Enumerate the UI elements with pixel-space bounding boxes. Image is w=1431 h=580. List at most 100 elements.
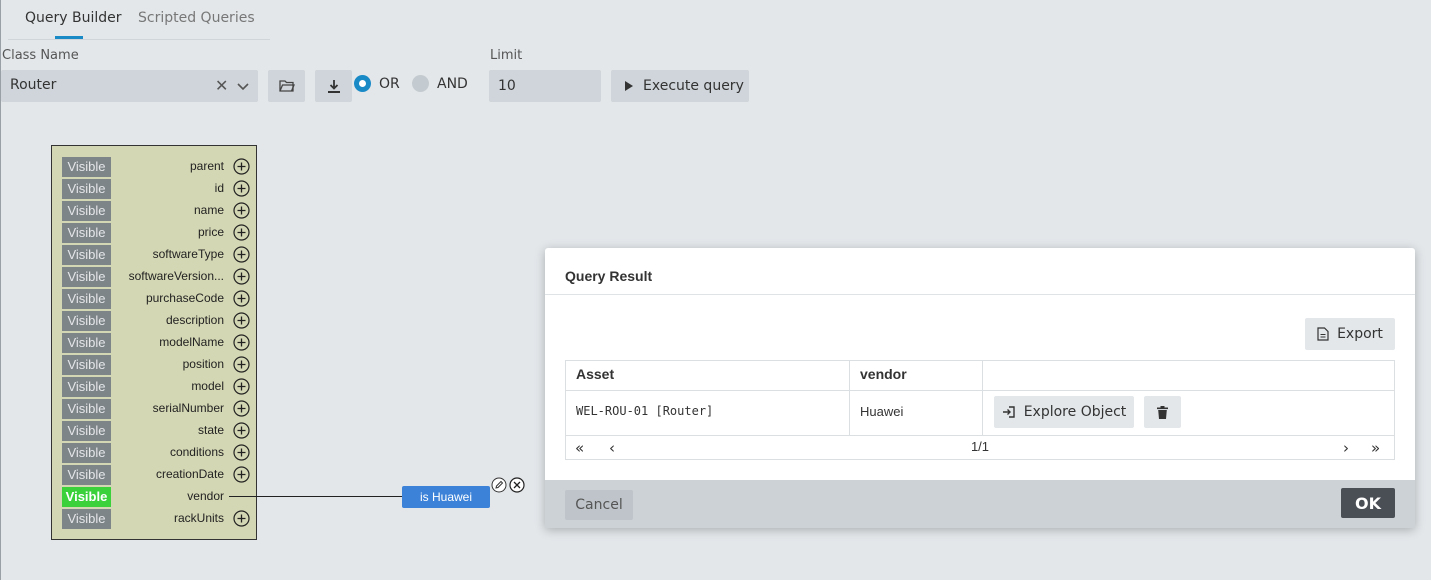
visibility-toggle[interactable]: Visible: [62, 421, 111, 441]
dialog-divider: [545, 294, 1415, 295]
explore-object-button[interactable]: Explore Object: [994, 396, 1134, 428]
cancel-button[interactable]: Cancel: [565, 490, 633, 520]
tab-scripted-queries[interactable]: Scripted Queries: [138, 10, 255, 26]
plus-circle-icon[interactable]: [233, 158, 250, 175]
execute-query-button[interactable]: Execute query: [611, 70, 749, 102]
column-header-asset: Asset: [576, 366, 615, 382]
limit-input[interactable]: [489, 70, 601, 102]
file-icon: [1317, 327, 1329, 341]
plus-circle-icon[interactable]: [233, 180, 250, 197]
plus-circle-icon[interactable]: [233, 466, 250, 483]
asset-cell[interactable]: WEL-ROU-01 [Router]: [576, 404, 713, 418]
attribute-name: description: [165, 313, 224, 327]
operator-or-radio[interactable]: OR: [354, 75, 400, 92]
dialog-title: Query Result: [565, 268, 653, 284]
dialog-footer: Cancel OK: [545, 480, 1415, 528]
plus-circle-icon[interactable]: [233, 356, 250, 373]
tab-query-builder[interactable]: Query Builder: [25, 10, 122, 26]
class-name-select[interactable]: Router ✕: [1, 70, 258, 102]
last-page-button[interactable]: »: [1371, 439, 1380, 457]
tab-bar: Query Builder Scripted Queries: [8, 0, 270, 40]
visibility-toggle[interactable]: Visible: [62, 509, 111, 529]
operator-and-radio[interactable]: AND: [412, 75, 468, 92]
visibility-toggle[interactable]: Visible: [62, 201, 111, 221]
visibility-toggle[interactable]: Visible: [62, 355, 111, 375]
attribute-row: Visible purchaseCode: [52, 288, 256, 310]
active-tab-indicator: [55, 36, 83, 39]
plus-circle-icon[interactable]: [233, 444, 250, 461]
attribute-row: Visible creationDate: [52, 464, 256, 486]
class-name-value: Router: [10, 77, 57, 93]
plus-circle-icon[interactable]: [233, 268, 250, 285]
ok-button[interactable]: OK: [1341, 488, 1395, 518]
limit-label: Limit: [490, 48, 523, 63]
edit-icon[interactable]: [491, 477, 507, 493]
visibility-toggle[interactable]: Visible: [62, 443, 111, 463]
plus-circle-icon[interactable]: [233, 246, 250, 263]
visibility-toggle[interactable]: Visible: [62, 289, 111, 309]
attribute-name: name: [193, 203, 224, 217]
visibility-toggle[interactable]: Visible: [62, 157, 111, 177]
visibility-toggle[interactable]: Visible: [62, 377, 111, 397]
plus-circle-icon[interactable]: [233, 510, 250, 527]
column-header-vendor: vendor: [860, 366, 907, 382]
visibility-toggle[interactable]: Visible: [62, 399, 111, 419]
plus-circle-icon[interactable]: [233, 400, 250, 417]
execute-query-label: Execute query: [643, 78, 744, 94]
attribute-name: state: [197, 423, 224, 437]
visibility-toggle[interactable]: Visible: [62, 245, 111, 265]
close-circle-icon[interactable]: [509, 477, 525, 493]
results-table: Asset vendor WEL-ROU-01 [Router] Huawei …: [565, 360, 1395, 460]
attribute-row: Visible modelName: [52, 332, 256, 354]
attribute-row: Visible serialNumber: [52, 398, 256, 420]
attribute-name: purchaseCode: [145, 291, 224, 305]
visibility-toggle[interactable]: Visible: [62, 333, 111, 353]
row-separator: [566, 435, 1394, 436]
attribute-name: serialNumber: [152, 401, 224, 415]
plus-circle-icon[interactable]: [233, 312, 250, 329]
attribute-name: modelName: [159, 335, 224, 349]
plus-circle-icon[interactable]: [233, 290, 250, 307]
visibility-toggle[interactable]: Visible: [62, 465, 111, 485]
open-query-button[interactable]: [268, 70, 305, 102]
export-button[interactable]: Export: [1305, 318, 1395, 350]
attribute-row: Visible position: [52, 354, 256, 376]
play-icon: [625, 81, 633, 91]
save-query-button[interactable]: [315, 70, 352, 102]
header-separator: [566, 390, 1394, 391]
chevron-down-icon[interactable]: [235, 78, 251, 94]
clear-icon[interactable]: ✕: [215, 76, 228, 95]
plus-circle-icon[interactable]: [233, 334, 250, 351]
visibility-toggle[interactable]: Visible: [62, 487, 111, 507]
visibility-toggle[interactable]: Visible: [62, 311, 111, 331]
delete-row-button[interactable]: [1144, 396, 1181, 428]
export-label: Export: [1337, 326, 1383, 342]
attribute-name: softwareVersion...: [128, 269, 224, 283]
sign-in-icon: [1002, 406, 1015, 418]
visibility-toggle[interactable]: Visible: [62, 179, 111, 199]
attribute-row: Visible softwareType: [52, 244, 256, 266]
visibility-toggle[interactable]: Visible: [62, 223, 111, 243]
attribute-row: Visible conditions: [52, 442, 256, 464]
attribute-name: position: [182, 357, 224, 371]
folder-open-icon: [278, 80, 295, 92]
radio-dot-and: [412, 75, 429, 92]
attribute-name: model: [191, 379, 224, 393]
plus-circle-icon[interactable]: [233, 224, 250, 241]
vendor-filter-pill[interactable]: is Huawei: [402, 486, 490, 508]
attribute-name: conditions: [169, 445, 224, 459]
plus-circle-icon[interactable]: [233, 378, 250, 395]
vendor-filter-connector: [229, 496, 402, 497]
operator-or-label: OR: [379, 75, 400, 92]
plus-circle-icon[interactable]: [233, 422, 250, 439]
plus-circle-icon[interactable]: [233, 202, 250, 219]
next-page-button[interactable]: ›: [1343, 439, 1349, 457]
column-separator: [849, 361, 850, 436]
attribute-row: Visible rackUnits: [52, 508, 256, 530]
attribute-name: parent: [189, 159, 224, 173]
operator-and-label: AND: [437, 75, 468, 92]
visibility-toggle[interactable]: Visible: [62, 267, 111, 287]
query-result-dialog: Query Result Export Asset vendor WEL-ROU…: [545, 248, 1415, 528]
radio-dot-or: [354, 75, 371, 92]
page-indicator: 1/1: [970, 439, 990, 454]
